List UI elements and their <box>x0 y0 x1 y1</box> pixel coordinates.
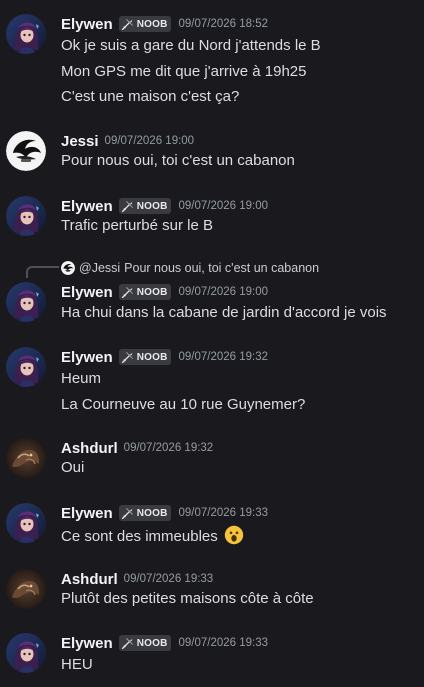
role-tag: NOOB <box>118 505 171 521</box>
username[interactable]: Elywen <box>61 349 113 366</box>
role-tag-label: NOOB <box>136 18 168 30</box>
message-group: Elywen NOOB 09/07/2026 19:32 Heum La Cou… <box>0 347 424 417</box>
reply-preview[interactable]: @Jessi Pour nous oui, toi c'est un caban… <box>61 260 319 276</box>
sword-icon <box>121 18 134 31</box>
message-text: Oui <box>61 459 85 476</box>
astonished-face-emoji[interactable] <box>224 525 244 545</box>
username[interactable]: Elywen <box>61 635 113 652</box>
avatar[interactable] <box>6 131 46 171</box>
sword-icon <box>121 351 134 364</box>
reply-text[interactable]: Pour nous oui, toi c'est un cabanon <box>124 261 319 275</box>
timestamp: 09/07/2026 19:32 <box>178 351 269 363</box>
sword-icon <box>121 637 134 650</box>
message-group: Jessi 09/07/2026 19:00 Pour nous oui, to… <box>0 131 424 176</box>
timestamp: 09/07/2026 19:33 <box>178 637 269 649</box>
username[interactable]: Ashdurl <box>61 571 118 588</box>
avatar[interactable] <box>6 282 46 322</box>
avatar[interactable] <box>6 438 46 478</box>
role-tag-label: NOOB <box>136 351 168 363</box>
sword-icon <box>121 286 134 299</box>
message-text: C'est une maison c'est ça? <box>61 88 240 105</box>
message-group: Elywen NOOB 09/07/2026 19:33 Ce sont des… <box>0 503 424 551</box>
username[interactable]: Jessi <box>61 133 99 150</box>
role-tag: NOOB <box>118 16 171 32</box>
role-tag: NOOB <box>118 349 171 365</box>
timestamp: 09/07/2026 18:52 <box>178 18 269 30</box>
sword-icon <box>121 200 134 213</box>
role-tag-label: NOOB <box>136 286 168 298</box>
message-text: Heum <box>61 370 102 387</box>
avatar[interactable] <box>6 633 46 673</box>
role-tag-label: NOOB <box>136 637 168 649</box>
avatar[interactable] <box>6 14 46 54</box>
avatar[interactable] <box>6 503 46 543</box>
avatar[interactable] <box>6 569 46 609</box>
message-text: Ok je suis a gare du Nord j'attends le B <box>61 37 321 54</box>
role-tag: NOOB <box>118 635 171 651</box>
avatar[interactable] <box>6 347 46 387</box>
message-text: Plutôt des petites maisons côte à côte <box>61 590 314 607</box>
message-text: Ce sont des immeubles <box>61 528 218 545</box>
message-group: Ashdurl 09/07/2026 19:33 Plutôt des peti… <box>0 569 424 614</box>
message-text: Trafic perturbé sur le B <box>61 217 213 234</box>
reply-avatar <box>61 261 75 275</box>
username[interactable]: Elywen <box>61 16 113 33</box>
reply-connector <box>26 266 59 278</box>
message-text: HEU <box>61 656 93 673</box>
timestamp: 09/07/2026 19:00 <box>178 286 269 298</box>
message-group: Elywen NOOB 09/07/2026 19:33 HEU <box>0 633 424 681</box>
username[interactable]: Elywen <box>61 198 113 215</box>
timestamp: 09/07/2026 19:33 <box>178 507 269 519</box>
message-text: Ha chui dans la cabane de jardin d'accor… <box>61 304 387 321</box>
message-group: Elywen NOOB 09/07/2026 19:00 Trafic pert… <box>0 196 424 241</box>
message-text: La Courneuve au 10 rue Guynemer? <box>61 396 306 413</box>
timestamp: 09/07/2026 19:32 <box>123 442 214 454</box>
timestamp: 09/07/2026 19:33 <box>123 573 214 585</box>
role-tag: NOOB <box>118 284 171 300</box>
message-text-row: Ce sont des immeubles <box>61 525 244 547</box>
avatar[interactable] <box>6 196 46 236</box>
message-group: Elywen NOOB 09/07/2026 18:52 Ok je suis … <box>0 14 424 114</box>
role-tag-label: NOOB <box>136 200 168 212</box>
message-text: Mon GPS me dit que j'arrive à 19h25 <box>61 63 307 80</box>
message-group: Ashdurl 09/07/2026 19:32 Oui <box>0 438 424 483</box>
reply-author[interactable]: @Jessi <box>79 261 120 275</box>
timestamp: 09/07/2026 19:00 <box>178 200 269 212</box>
message-text: Pour nous oui, toi c'est un cabanon <box>61 152 295 169</box>
timestamp: 09/07/2026 19:00 <box>104 135 195 147</box>
role-tag: NOOB <box>118 198 171 214</box>
message-group: @Jessi Pour nous oui, toi c'est un caban… <box>0 260 424 326</box>
role-tag-label: NOOB <box>136 507 168 519</box>
username[interactable]: Ashdurl <box>61 440 118 457</box>
username[interactable]: Elywen <box>61 505 113 522</box>
message-list: Elywen NOOB 09/07/2026 18:52 Ok je suis … <box>0 0 424 687</box>
sword-icon <box>121 507 134 520</box>
username[interactable]: Elywen <box>61 284 113 301</box>
